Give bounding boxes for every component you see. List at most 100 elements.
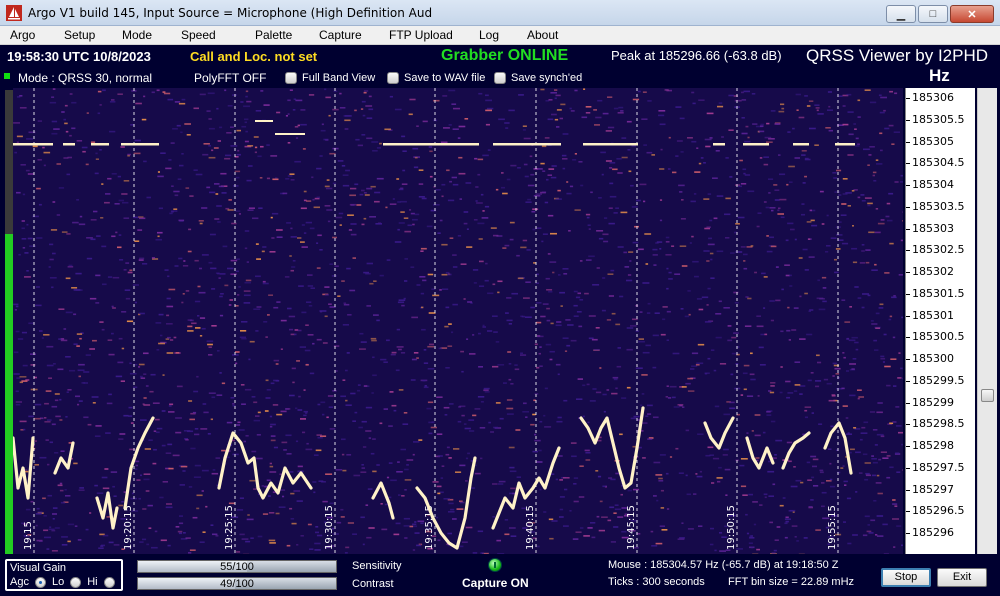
carrier-trace (835, 143, 855, 146)
argo-app-icon (6, 4, 22, 21)
frequency-scale: 185306 185305.5 185305 185304.5 185304 185303… (905, 88, 975, 554)
carrier-trace (275, 133, 305, 135)
lo-radio[interactable] (70, 576, 82, 588)
hi-radio[interactable] (103, 576, 115, 588)
menu-capture[interactable]: Capture (319, 28, 362, 42)
save-wav-checkbox[interactable]: Save to WAV file (387, 72, 485, 84)
scale-tick (906, 185, 910, 186)
menu-mode[interactable]: Mode (122, 28, 152, 42)
menu-ftp-upload[interactable]: FTP Upload (389, 28, 453, 42)
close-button[interactable]: ✕ (950, 5, 994, 23)
scale-tick (906, 163, 910, 165)
maximize-button[interactable]: □ (918, 5, 948, 23)
checkbox-icon (387, 72, 399, 84)
level-meter-fill (5, 234, 13, 554)
scale-tick (906, 533, 910, 534)
carrier-trace (13, 143, 53, 146)
scale-tick-label: 185306 (912, 91, 954, 104)
time-label: 19:25:15 (224, 505, 235, 550)
sensitivity-slider[interactable]: 55/100 (137, 560, 337, 573)
scale-tick (906, 511, 910, 513)
save-synched-checkbox[interactable]: Save synch'ed (494, 72, 582, 84)
carrier-trace (493, 143, 561, 146)
level-meter (5, 90, 13, 554)
scale-tick-label: 185302.5 (912, 243, 965, 257)
minimize-icon: ▁ (896, 8, 906, 21)
menu-log[interactable]: Log (479, 28, 499, 42)
exit-button[interactable]: Exit (937, 568, 987, 587)
menu-speed[interactable]: Speed (181, 28, 216, 42)
scale-tick (906, 315, 910, 317)
scale-tick-label: 185298 (912, 439, 954, 452)
full-band-view-checkbox[interactable]: Full Band View (285, 72, 375, 84)
stop-button[interactable]: Stop (881, 568, 931, 587)
scale-tick (906, 380, 910, 382)
scale-tick-label: 185296.5 (912, 504, 965, 518)
contrast-slider[interactable]: 49/100 (137, 577, 337, 590)
argo-window: Argo V1 build 145, Input Source = Microp… (0, 0, 1000, 596)
scale-tick (906, 402, 910, 404)
title-bar: Argo V1 build 145, Input Source = Microp… (0, 0, 1000, 26)
save-wav-label: Save to WAV file (404, 72, 486, 84)
menu-about[interactable]: About (527, 28, 558, 42)
menu-setup[interactable]: Setup (64, 28, 95, 42)
time-label: 19:50:15 (726, 505, 737, 550)
scale-tick (906, 206, 910, 208)
window-title: Argo V1 build 145, Input Source = Microp… (28, 5, 433, 20)
mode-label: Mode : QRSS 30, normal (18, 71, 153, 85)
visual-gain-title: Visual Gain (10, 562, 67, 574)
scale-tick (906, 359, 910, 360)
scroll-thumb[interactable] (981, 389, 994, 402)
checkbox-icon (285, 72, 297, 84)
visual-gain-group: Visual Gain Agc Lo Hi (5, 559, 123, 591)
mouse-readout: Mouse : 185304.57 Hz (-65.7 dB) at 19:18… (608, 559, 839, 571)
status-led-icon (4, 73, 10, 79)
carrier-trace (383, 143, 479, 146)
menu-argo[interactable]: Argo (10, 28, 35, 42)
scale-tick-label: 185300.5 (912, 330, 965, 344)
scale-tick-label: 185301 (912, 308, 954, 322)
scale-tick-label: 185305 (912, 134, 954, 148)
waterfall-background (13, 88, 903, 554)
waterfall-display[interactable]: 19:15 19:20:15 19:25:15 19:30:15 19:35:15 19:… (13, 88, 903, 554)
capture-power-icon[interactable] (488, 558, 502, 572)
scale-tick (906, 228, 910, 230)
scale-tick-label: 185302 (912, 265, 954, 278)
scale-tick-label: 185299 (912, 395, 954, 409)
scale-tick (906, 467, 910, 469)
scale-tick-label: 185296 (912, 526, 954, 539)
agc-label: Agc (10, 576, 29, 588)
carrier-trace (583, 143, 638, 146)
scale-tick (906, 119, 910, 121)
scale-tick-label: 185304.5 (912, 156, 965, 170)
time-label: 19:45:15 (626, 505, 637, 550)
time-label: 19:40:15 (525, 505, 536, 550)
agc-radio[interactable] (34, 576, 46, 588)
scale-tick-label: 185298.5 (912, 417, 965, 431)
utc-clock: 19:58:30 UTC 10/8/2023 (7, 49, 151, 64)
frequency-scrollbar[interactable] (977, 88, 997, 554)
carrier-trace (713, 143, 725, 146)
scale-tick-label: 185304 (912, 178, 954, 191)
scale-tick-label: 185297 (912, 482, 954, 496)
hz-unit-label: Hz (929, 66, 950, 85)
scale-tick-label: 185297.5 (912, 460, 965, 474)
save-synched-label: Save synch'ed (511, 72, 583, 84)
maximize-icon: □ (929, 8, 937, 20)
fft-bin-readout: FFT bin size = 22.89 mHz (728, 576, 855, 588)
grabber-status: Grabber ONLINE (441, 47, 569, 64)
call-loc-status: Call and Loc. not set (190, 49, 318, 64)
info-row: 19:58:30 UTC 10/8/2023 Call and Loc. not… (0, 45, 1000, 69)
scale-tick-label: 185299.5 (912, 373, 965, 387)
carrier-trace (91, 143, 109, 146)
scale-tick (906, 489, 910, 491)
waterfall-canvas: 19:15 19:20:15 19:25:15 19:30:15 19:35:15 19:… (13, 88, 903, 554)
scale-tick (906, 98, 910, 99)
scale-tick (906, 293, 910, 295)
time-label: 19:30:15 (324, 505, 335, 550)
polyfft-toggle[interactable]: PolyFFT OFF (194, 71, 266, 85)
carrier-trace (793, 143, 809, 146)
close-icon: ✕ (967, 8, 977, 21)
minimize-button[interactable]: ▁ (886, 5, 916, 23)
menu-palette[interactable]: Palette (255, 28, 292, 42)
